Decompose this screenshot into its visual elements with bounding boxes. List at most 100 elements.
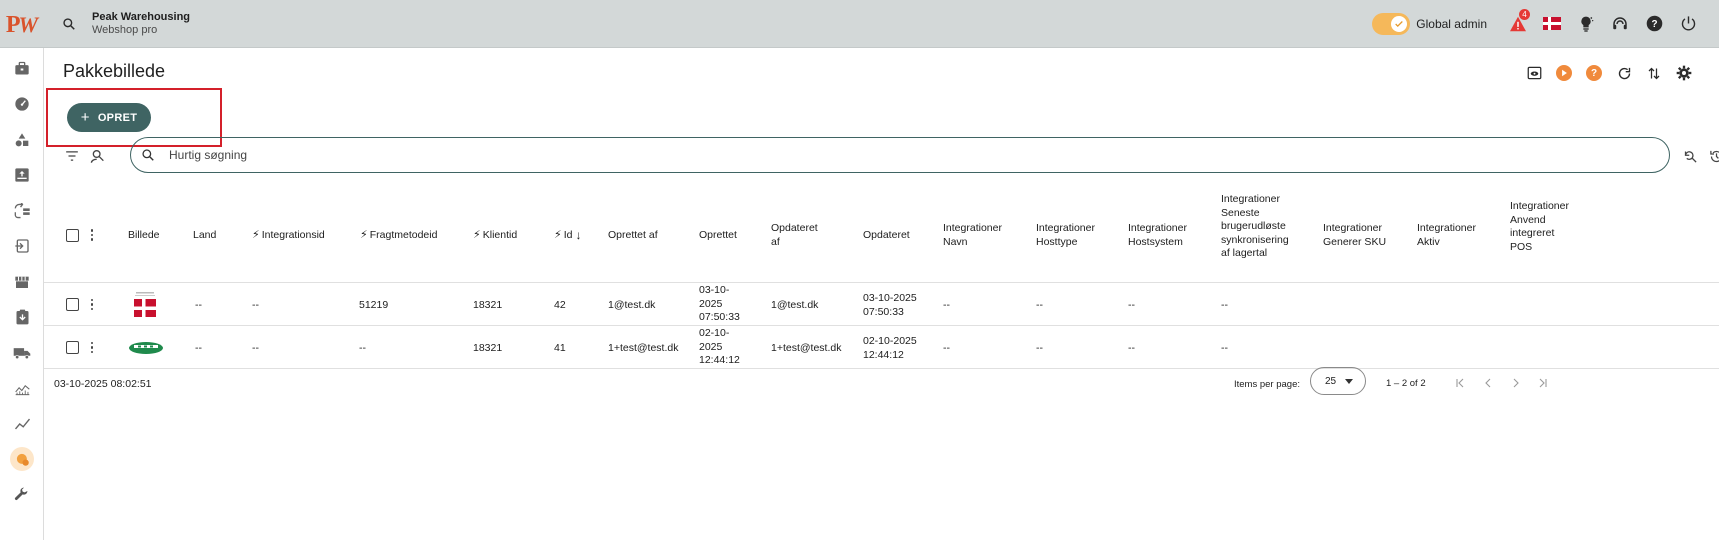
history-icon[interactable] <box>1704 144 1719 168</box>
input-icon[interactable] <box>0 229 44 265</box>
cell-int-navn: -- <box>943 298 950 311</box>
col-land[interactable]: Land <box>193 228 216 242</box>
col-opdateret[interactable]: Opdateret <box>863 228 910 242</box>
col-int-seneste[interactable]: Integrationer Seneste brugerudløste synkron… <box>1221 193 1289 261</box>
dashboard-icon[interactable] <box>0 87 44 123</box>
wrench-icon[interactable] <box>0 477 44 513</box>
cell-opdateret-af: 1+test@test.dk <box>771 341 842 354</box>
cell-fragtmetodeid: -- <box>359 341 366 354</box>
cell-id: 41 <box>554 341 566 354</box>
items-per-page-select[interactable]: 25 <box>1310 367 1366 395</box>
col-int-generer-sku[interactable]: Integrationer Generer SKU <box>1323 221 1386 249</box>
cell-integrationsid: -- <box>252 298 259 311</box>
col-int-hostsystem[interactable]: Integrationer Hostsystem <box>1128 221 1187 249</box>
clipboard-download-icon[interactable] <box>0 300 44 336</box>
search-icon[interactable] <box>56 11 82 37</box>
play-video-icon[interactable] <box>1549 58 1579 88</box>
create-button-label: OPRET <box>97 111 138 124</box>
refresh-icon[interactable] <box>1609 58 1639 88</box>
flag-dk-package-image <box>130 283 160 326</box>
filter-icon[interactable] <box>60 144 84 168</box>
cell-int-hosttype: -- <box>1036 341 1043 354</box>
app-logo[interactable]: PW <box>0 0 44 48</box>
main-content: Pakkebillede ? + OPRET Hurtig søgning Bi… <box>44 48 1719 540</box>
shapes-icon[interactable] <box>0 122 44 158</box>
first-page-icon[interactable] <box>1449 372 1471 394</box>
briefcase-icon[interactable] <box>0 51 44 87</box>
search-refresh-icon[interactable] <box>1678 144 1702 168</box>
sidebar <box>0 48 44 540</box>
table-header: Billede Land ⚡ Integrationsid ⚡ Fragtmetod… <box>44 188 1719 283</box>
transfer-list-icon[interactable] <box>0 193 44 229</box>
cell-opdateret: 02-10-2025 12:44:12 <box>863 334 917 361</box>
cell-int-hosttype: -- <box>1036 298 1043 311</box>
data-table: Billede Land ⚡ Integrationsid ⚡ Fragtmetod… <box>44 188 1719 369</box>
select-all-checkbox[interactable] <box>66 229 79 242</box>
row-kebab-icon[interactable] <box>90 283 94 326</box>
table-row[interactable]: -- -- 51219 18321 42 1@test.dk 03-10- 202… <box>44 283 1719 326</box>
cell-opdateret-af: 1@test.dk <box>771 298 819 311</box>
col-int-aktiv[interactable]: Integrationer Aktiv <box>1417 221 1476 249</box>
language-flag-button[interactable] <box>1535 7 1569 41</box>
preview-icon[interactable] <box>1519 58 1549 88</box>
col-klientid[interactable]: ⚡ Klientid <box>473 228 517 242</box>
global-admin-toggle[interactable] <box>1372 12 1411 35</box>
quick-search-input[interactable] <box>169 148 1569 162</box>
col-fragtmetodeid[interactable]: ⚡ Fragtmetodeid <box>360 228 437 242</box>
row-kebab-icon[interactable] <box>90 326 94 369</box>
package-image-icon[interactable] <box>0 442 44 478</box>
settings-icon[interactable] <box>1669 58 1699 88</box>
header-kebab-icon[interactable] <box>90 229 94 241</box>
search-person-icon[interactable] <box>86 144 110 168</box>
previous-page-icon[interactable] <box>1477 372 1499 394</box>
last-updated-timestamp: 03-10-2025 08:02:51 <box>54 378 152 390</box>
boat-package-image <box>128 326 164 369</box>
cell-land: -- <box>195 298 202 311</box>
col-oprettet[interactable]: Oprettet <box>699 228 737 242</box>
inbox-upload-icon[interactable] <box>0 158 44 194</box>
bolt-icon: ⚡ <box>360 229 368 241</box>
search-icon <box>141 148 161 162</box>
col-integrationsid[interactable]: ⚡ Integrationsid <box>252 228 325 242</box>
bolt-icon: ⚡ <box>252 229 260 241</box>
row-checkbox[interactable] <box>66 326 79 369</box>
cell-int-seneste: -- <box>1221 298 1228 311</box>
company-info[interactable]: Peak Warehousing Webshop pro <box>92 11 190 36</box>
table-footer: 03-10-2025 08:02:51 Items per page: 25 1… <box>44 367 1719 410</box>
cell-int-hostsystem: -- <box>1128 341 1135 354</box>
lightbulb-icon[interactable] <box>1569 7 1603 41</box>
cell-klientid: 18321 <box>473 341 503 354</box>
question-icon[interactable]: ? <box>1579 58 1609 88</box>
create-button[interactable]: + OPRET <box>67 103 151 132</box>
col-int-navn[interactable]: Integrationer Navn <box>943 221 1002 249</box>
cell-id: 42 <box>554 298 566 311</box>
col-id[interactable]: ⚡ Id ↓ <box>554 228 582 242</box>
store-icon[interactable] <box>0 264 44 300</box>
help-icon[interactable]: ? <box>1637 7 1671 41</box>
company-subtitle: Webshop pro <box>92 24 158 36</box>
cell-opdateret: 03-10-2025 07:50:33 <box>863 291 917 318</box>
row-checkbox[interactable] <box>66 283 79 326</box>
sort-arrow-down-icon: ↓ <box>575 228 582 242</box>
col-opdateret-af[interactable]: Opdateret af <box>771 221 818 249</box>
import-export-icon[interactable] <box>1639 58 1669 88</box>
col-oprettet-af[interactable]: Oprettet af <box>608 228 658 242</box>
bolt-icon: ⚡ <box>554 229 562 241</box>
col-int-pos[interactable]: Integrationer Anvend integreret POS <box>1510 200 1569 254</box>
col-int-hosttype[interactable]: Integrationer Hosttype <box>1036 221 1095 249</box>
cell-klientid: 18321 <box>473 298 503 311</box>
truck-icon[interactable] <box>0 335 44 371</box>
col-billede[interactable]: Billede <box>128 228 160 242</box>
quick-search-field[interactable] <box>130 137 1670 173</box>
trend-icon[interactable] <box>0 406 44 442</box>
power-icon[interactable] <box>1671 7 1705 41</box>
svg-text:?: ? <box>1651 19 1657 30</box>
plus-icon: + <box>80 109 90 126</box>
last-page-icon[interactable] <box>1532 372 1554 394</box>
chart-area-icon[interactable] <box>0 371 44 407</box>
table-row[interactable]: -- -- -- 18321 41 1+test@test.dk 02-10- 2… <box>44 326 1719 369</box>
next-page-icon[interactable] <box>1505 372 1527 394</box>
support-icon[interactable] <box>1603 7 1637 41</box>
warning-icon[interactable]: 4 <box>1501 7 1535 41</box>
cell-oprettet-af: 1@test.dk <box>608 298 656 311</box>
